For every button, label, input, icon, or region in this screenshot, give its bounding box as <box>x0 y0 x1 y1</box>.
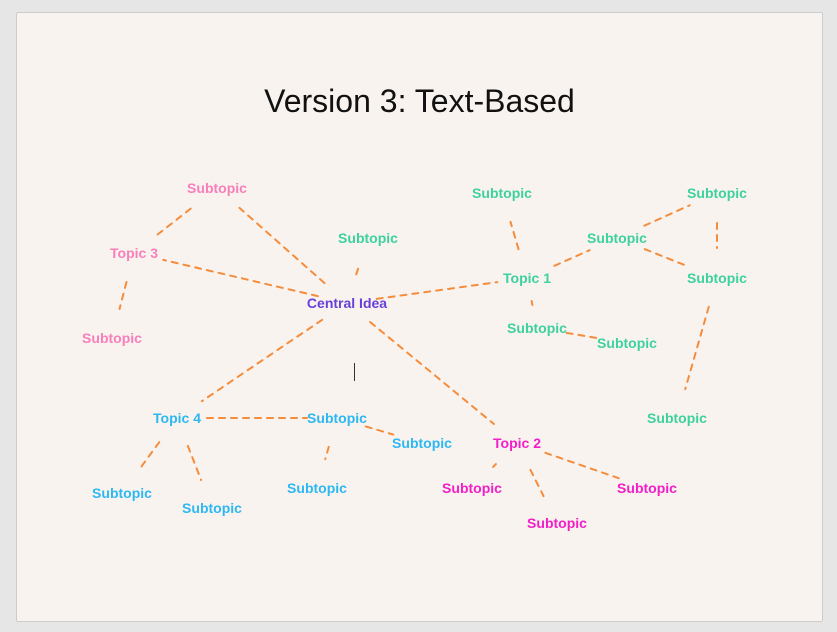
node-topic4[interactable]: Topic 4 <box>147 406 207 430</box>
node-t1s1[interactable]: Subtopic <box>466 181 538 205</box>
viewport: Version 3: Text-Based Central Idea Topic… <box>0 0 837 632</box>
node-t3s1[interactable]: Subtopic <box>181 176 253 200</box>
connector-layer <box>17 13 822 621</box>
node-topic2[interactable]: Topic 2 <box>487 431 547 455</box>
edge-topic4-t4s5 <box>140 442 160 469</box>
edge-central-topic4 <box>202 320 322 401</box>
edge-topic2-t2s2 <box>530 470 543 496</box>
edge-t1s2-t1s5 <box>645 249 689 267</box>
edge-central-t1s8 <box>356 267 359 275</box>
edge-topic1-t1s1 <box>510 222 518 249</box>
edge-topic1-t1s3 <box>532 301 533 305</box>
node-t1s8[interactable]: Subtopic <box>332 226 404 250</box>
edge-topic3-t3s2 <box>120 282 127 309</box>
node-t4s4[interactable]: Subtopic <box>176 496 248 520</box>
edge-topic2-t2s1 <box>493 464 496 467</box>
node-t4s3[interactable]: Subtopic <box>281 476 353 500</box>
node-t1s4[interactable]: Subtopic <box>681 181 753 205</box>
node-t2s1[interactable]: Subtopic <box>436 476 508 500</box>
node-topic1[interactable]: Topic 1 <box>497 266 557 290</box>
edge-topic1-t1s2 <box>554 250 589 266</box>
node-central[interactable]: Central Idea <box>301 291 393 315</box>
edge-topic2-t2s3 <box>545 453 618 478</box>
edge-central-t3s1 <box>239 208 324 283</box>
edge-topic4-t4s4 <box>188 446 201 480</box>
node-t4s2[interactable]: Subtopic <box>386 431 458 455</box>
node-t1s6[interactable]: Subtopic <box>591 331 663 355</box>
edge-t4s1-t4s3 <box>325 447 329 459</box>
node-topic3[interactable]: Topic 3 <box>104 241 164 265</box>
node-t1s7[interactable]: Subtopic <box>641 406 713 430</box>
node-t2s2[interactable]: Subtopic <box>521 511 593 535</box>
node-t4s5[interactable]: Subtopic <box>86 481 158 505</box>
node-t1s5[interactable]: Subtopic <box>681 266 753 290</box>
edge-central-topic3 <box>163 260 318 296</box>
edge-central-topic2 <box>370 322 494 424</box>
node-t1s2[interactable]: Subtopic <box>581 226 653 250</box>
edge-t1s2-t1s4 <box>644 205 689 225</box>
node-t3s2[interactable]: Subtopic <box>76 326 148 350</box>
node-t4s1[interactable]: Subtopic <box>301 406 373 430</box>
mindmap-canvas[interactable]: Version 3: Text-Based Central Idea Topic… <box>16 12 823 622</box>
edge-t1s5-t1s7 <box>685 307 709 389</box>
text-cursor <box>354 363 355 381</box>
edge-central-topic1 <box>377 282 498 299</box>
node-t2s3[interactable]: Subtopic <box>611 476 683 500</box>
edge-topic3-t3s1 <box>158 206 194 234</box>
node-t1s3[interactable]: Subtopic <box>501 316 573 340</box>
